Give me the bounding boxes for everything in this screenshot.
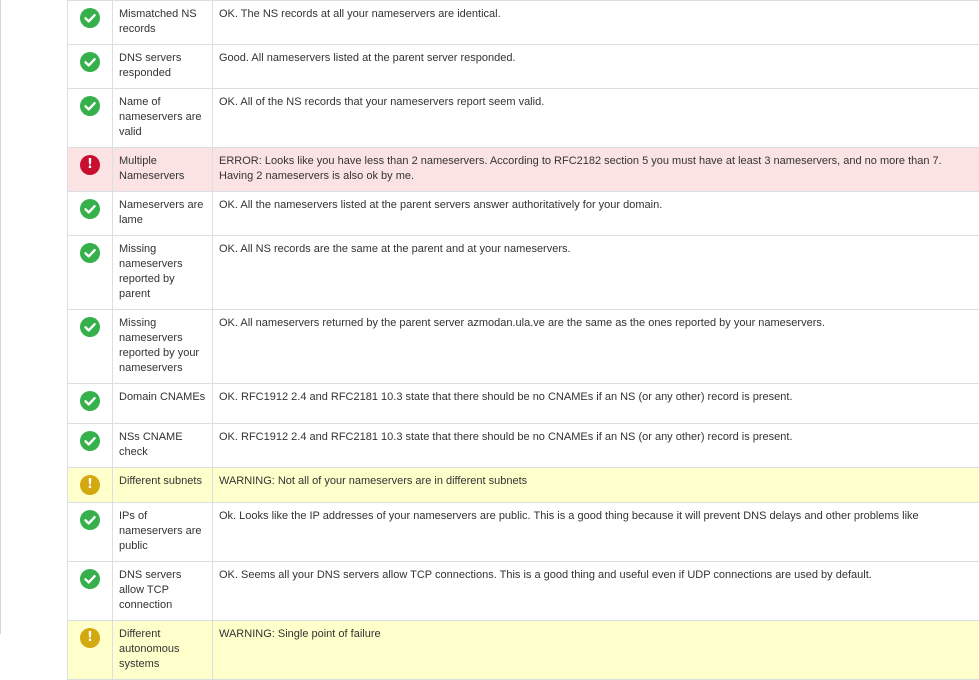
status-cell (68, 1, 113, 45)
table-row: ! Different subnets WARNING: Not all of … (68, 468, 979, 503)
dns-check-results-table: Mismatched NS records OK. The NS records… (67, 0, 979, 680)
warning-circle-icon: ! (80, 475, 100, 495)
check-name: NSs CNAME check (113, 424, 213, 468)
check-name: Name of nameservers are valid (113, 89, 213, 148)
check-name: Mismatched NS records (113, 1, 213, 45)
check-circle-icon (80, 317, 100, 337)
status-cell (68, 424, 113, 468)
check-circle-icon (80, 199, 100, 219)
check-message: OK. All nameservers returned by the pare… (213, 310, 979, 384)
table-row: Domain CNAMEs OK. RFC1912 2.4 and RFC218… (68, 384, 979, 424)
check-name: Missing nameservers reported by parent (113, 236, 213, 310)
status-cell (68, 503, 113, 562)
check-message: Ok. Looks like the IP addresses of your … (213, 503, 979, 562)
check-name: DNS servers responded (113, 45, 213, 89)
table-row: Name of nameservers are valid OK. All of… (68, 89, 979, 148)
status-cell: ! (68, 621, 113, 680)
check-circle-icon (80, 96, 100, 116)
check-circle-icon (80, 569, 100, 589)
table-row: ! Different autonomous systems WARNING: … (68, 621, 979, 680)
table-row: DNS servers responded Good. All nameserv… (68, 45, 979, 89)
check-message: OK. All the nameservers listed at the pa… (213, 192, 979, 236)
status-cell (68, 384, 113, 424)
check-message: OK. RFC1912 2.4 and RFC2181 10.3 state t… (213, 384, 979, 424)
status-cell (68, 45, 113, 89)
check-name: Multiple Nameservers (113, 148, 213, 192)
status-cell: ! (68, 468, 113, 503)
check-name: Different autonomous systems (113, 621, 213, 680)
table-row: IPs of nameservers are public Ok. Looks … (68, 503, 979, 562)
table-row: Mismatched NS records OK. The NS records… (68, 1, 979, 45)
check-message: OK. Seems all your DNS servers allow TCP… (213, 562, 979, 621)
status-cell (68, 310, 113, 384)
table-row: Nameservers are lame OK. All the nameser… (68, 192, 979, 236)
check-message: OK. The NS records at all your nameserve… (213, 1, 979, 45)
check-message: OK. RFC1912 2.4 and RFC2181 10.3 state t… (213, 424, 979, 468)
check-circle-icon (80, 243, 100, 263)
status-cell (68, 192, 113, 236)
left-border (0, 0, 1, 634)
status-cell: ! (68, 148, 113, 192)
table-row: Missing nameservers reported by your nam… (68, 310, 979, 384)
check-name: Different subnets (113, 468, 213, 503)
check-name: IPs of nameservers are public (113, 503, 213, 562)
check-circle-icon (80, 431, 100, 451)
error-circle-icon: ! (80, 155, 100, 175)
check-name: DNS servers allow TCP connection (113, 562, 213, 621)
table-row: NSs CNAME check OK. RFC1912 2.4 and RFC2… (68, 424, 979, 468)
check-circle-icon (80, 8, 100, 28)
check-name: Nameservers are lame (113, 192, 213, 236)
check-circle-icon (80, 391, 100, 411)
check-name: Domain CNAMEs (113, 384, 213, 424)
check-circle-icon (80, 52, 100, 72)
check-message: OK. All NS records are the same at the p… (213, 236, 979, 310)
check-message: OK. All of the NS records that your name… (213, 89, 979, 148)
check-circle-icon (80, 510, 100, 530)
status-cell (68, 562, 113, 621)
results-body: Mismatched NS records OK. The NS records… (68, 1, 979, 680)
check-message: WARNING: Single point of failure (213, 621, 979, 680)
check-message: ERROR: Looks like you have less than 2 n… (213, 148, 979, 192)
table-row: DNS servers allow TCP connection OK. See… (68, 562, 979, 621)
warning-circle-icon: ! (80, 628, 100, 648)
check-message: WARNING: Not all of your nameservers are… (213, 468, 979, 503)
table-row: Missing nameservers reported by parent O… (68, 236, 979, 310)
check-message: Good. All nameservers listed at the pare… (213, 45, 979, 89)
status-cell (68, 89, 113, 148)
status-cell (68, 236, 113, 310)
check-name: Missing nameservers reported by your nam… (113, 310, 213, 384)
table-row: ! Multiple Nameservers ERROR: Looks like… (68, 148, 979, 192)
